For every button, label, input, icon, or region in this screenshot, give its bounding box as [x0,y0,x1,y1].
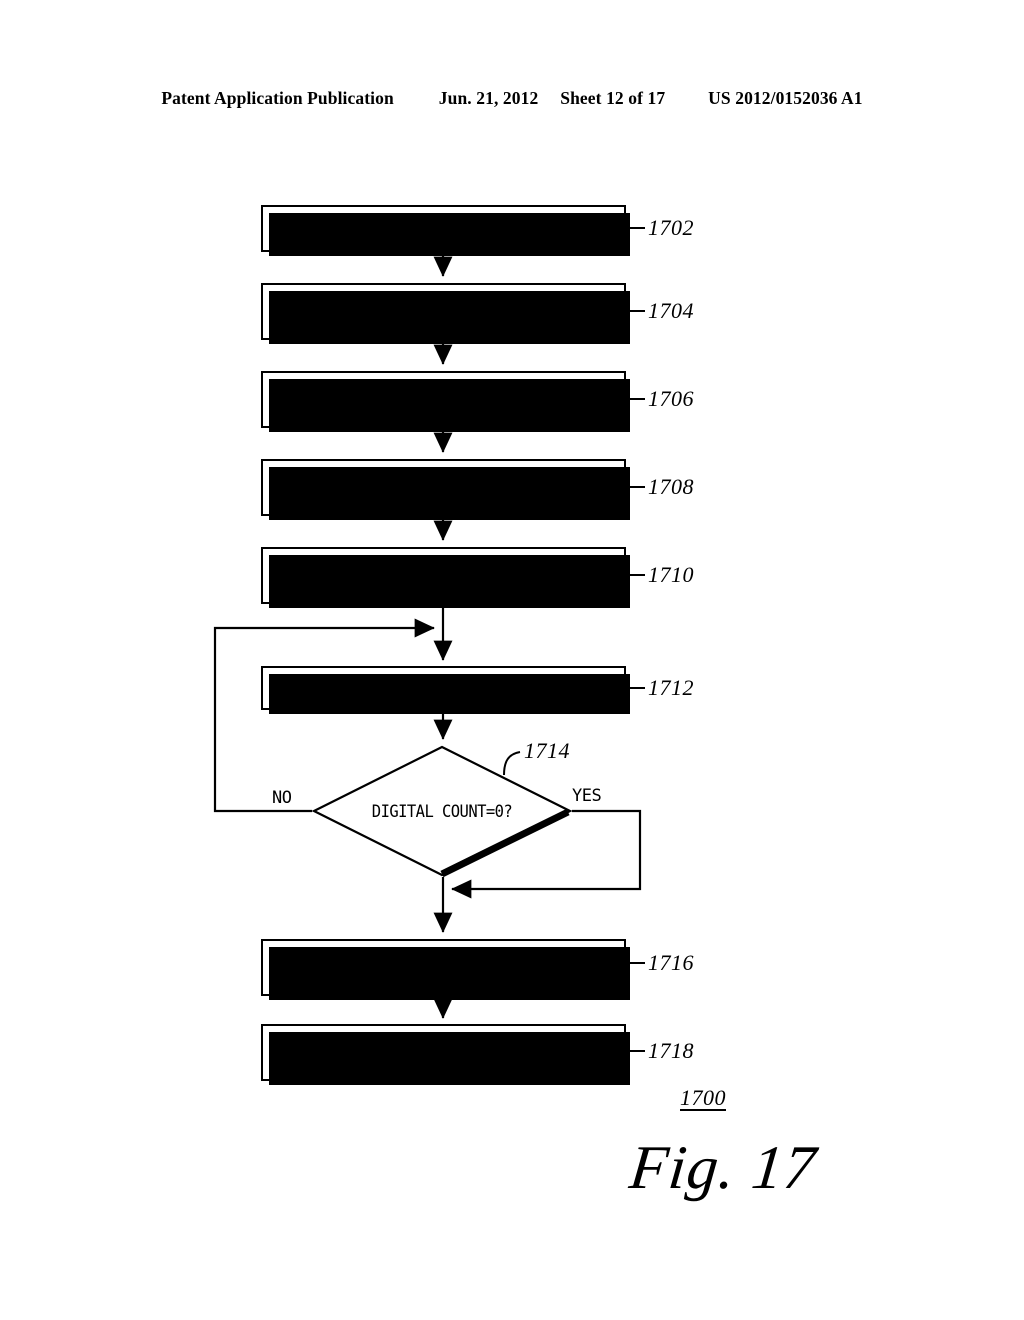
process-box-1710[interactable]: DIGITAL COUNTER 420 STARTS COUNTING DOWN [261,547,630,608]
reference-numeral-1706: 1706 [648,386,694,411]
process-box-1718-text: TIME COUNT TRANSFERRED TO DATA REGISTER … [333,1032,554,1073]
branch-label-yes: YES [572,786,602,806]
reference-numeral-1718: 1718 [648,1038,694,1063]
process-box-1706[interactable]: PRESET COUNTER 420 TO NUMBER OF MEASUREM… [261,371,630,432]
reference-numeral-1704: 1704 [648,298,694,323]
process-box-1704[interactable]: RESET DIGITAL TIMER 422 AND DATA REGISTE… [261,283,630,344]
reference-numeral-1712: 1712 [648,675,694,700]
process-box-1712-text: DIGITAL COUNTER 420 COUNTING DOWN [298,678,589,698]
process-box-1702[interactable]: INITIATE MEASUREMENT OPERATION [261,205,630,256]
reference-numeral-1702: 1702 [648,215,694,240]
process-box-1708[interactable]: INITIATE MEASUREMENT CYCLES AND START DI… [261,459,630,520]
reference-numeral-1714: 1714 [524,738,570,763]
process-box-1708-text: INITIATE MEASUREMENT CYCLES AND START DI… [325,467,562,508]
reference-numeral-1708: 1708 [648,474,694,499]
flowchart-connectors [213,227,645,1052]
flowchart-diagram: INITIATE MEASUREMENT OPERATION 1702 RESE… [0,0,1024,1320]
branch-label-no: NO [272,788,292,808]
process-box-1706-text: PRESET COUNTER 420 TO NUMBER OF MEASUREM… [307,379,580,420]
process-box-1716[interactable]: CLOCK 426 INPUT TO DIGITAL TIMER 422 DIS… [261,939,630,1000]
process-box-1704-text: RESET DIGITAL TIMER 422 AND DATA REGISTE… [325,291,562,332]
reference-numeral-1710: 1710 [648,562,694,587]
process-box-1716-text: CLOCK 426 INPUT TO DIGITAL TIMER 422 DIS… [329,947,558,988]
process-box-1710-text: DIGITAL COUNTER 420 STARTS COUNTING DOWN [329,555,558,596]
process-box-1718[interactable]: TIME COUNT TRANSFERRED TO DATA REGISTER … [261,1024,630,1085]
process-box-1712[interactable]: DIGITAL COUNTER 420 COUNTING DOWN [261,666,630,714]
process-box-1702-text: INITIATE MEASUREMENT OPERATION [311,219,576,238]
reference-leader-lines [503,227,645,1052]
decision-diamond-1714-text: DIGITAL COUNT=0? [371,801,513,821]
reference-numeral-1716: 1716 [648,950,694,975]
decision-diamond-1714[interactable]: DIGITAL COUNT=0? [312,745,572,877]
